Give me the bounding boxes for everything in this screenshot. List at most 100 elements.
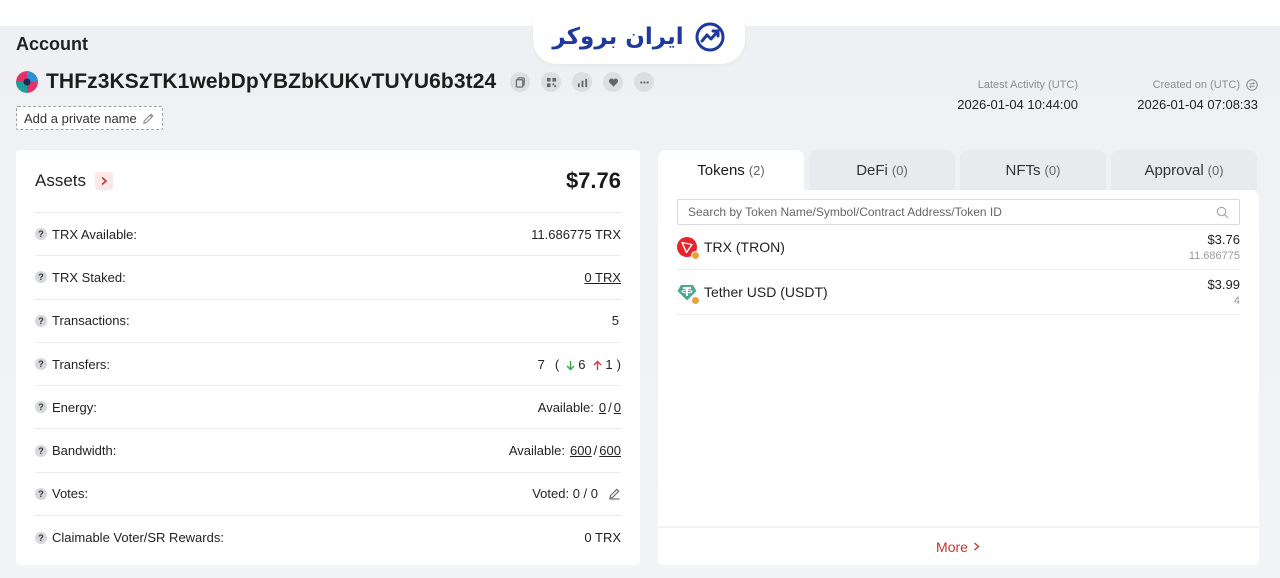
latest-activity-value: 2026-01-04 10:44:00 (957, 97, 1078, 112)
more-icon[interactable] (634, 72, 655, 92)
asset-row-transfers: ? Transfers: 7 ( 6 1 ) (35, 343, 621, 387)
trx-staked-link[interactable]: 0 TRX (584, 270, 621, 285)
vote-edit-icon[interactable] (608, 487, 621, 500)
energy-prefix: Available: (537, 399, 594, 415)
asset-label: Claimable Voter/SR Rewards: (52, 530, 224, 546)
bandwidth-limit-link[interactable]: 600 (599, 443, 621, 458)
arrow-up-icon (592, 357, 603, 372)
token-search-input[interactable] (688, 205, 1168, 219)
asset-row-bandwidth: ? Bandwidth: Available: 600 / 600 (35, 429, 621, 473)
more-button[interactable]: More (658, 527, 1259, 565)
search-icon[interactable] (1216, 206, 1229, 219)
tab-label: Tokens (697, 161, 745, 179)
logo-text: ایران بروکر (552, 24, 684, 50)
assets-title: Assets (35, 171, 87, 190)
created-on: Created on (UTC) 2026-01-04 07:08:33 (1137, 79, 1258, 112)
tab-defi[interactable]: DeFi (0) (809, 150, 955, 190)
tab-label: NFTs (1005, 161, 1041, 179)
address-avatar (16, 71, 38, 93)
bandwidth-sep: / (593, 443, 598, 459)
token-search (677, 199, 1240, 225)
token-usd-value: $3.99 (1207, 277, 1240, 292)
asset-value: 5 (611, 313, 619, 329)
asset-value: 11.686775 TRX (531, 226, 621, 242)
asset-row-claimable-rewards: ? Claimable Voter/SR Rewards: 0 TRX (35, 516, 621, 559)
energy-limit-link[interactable]: 0 (614, 400, 621, 415)
more-label: More (936, 538, 968, 555)
tab-tokens[interactable]: Tokens (2) (658, 150, 804, 190)
token-row-usdt[interactable]: Tether USD (USDT) $3.99 4 (677, 270, 1240, 315)
help-icon[interactable]: ? (35, 401, 47, 414)
help-icon[interactable]: ? (35, 314, 47, 327)
trx-icon (677, 237, 700, 260)
asset-row-transactions: ? Transactions: 5 (35, 300, 621, 343)
latest-activity: Latest Activity (UTC) 2026-01-04 10:44:0… (957, 79, 1078, 112)
asset-label: TRX Staked: (52, 269, 126, 285)
tab-count: (2) (748, 162, 765, 178)
help-icon[interactable]: ? (35, 487, 47, 500)
switch-icon[interactable] (1246, 79, 1258, 91)
created-on-label: Created on (UTC) (1152, 79, 1240, 91)
energy-sep: / (608, 399, 612, 415)
transfers-in: 6 (578, 356, 586, 372)
usdt-icon (677, 282, 700, 305)
token-name: TRX (TRON) (704, 239, 785, 255)
tokens-panel: TRX (TRON) $3.76 11.686775 Tether USD (U… (658, 190, 1259, 526)
verified-badge-icon (691, 296, 700, 305)
asset-label: Bandwidth: (52, 443, 117, 459)
token-name: Tether USD (USDT) (704, 284, 828, 300)
asset-value: 0 TRX (584, 530, 621, 546)
help-icon[interactable]: ? (35, 358, 47, 371)
arrow-down-icon (565, 357, 576, 372)
chevron-right-icon[interactable] (95, 172, 114, 190)
transfers-open-paren: ( (554, 356, 560, 372)
chart-icon[interactable] (572, 72, 593, 92)
qr-code-icon[interactable] (541, 72, 562, 92)
transfers-out: 1 (605, 356, 613, 372)
bandwidth-used-link[interactable]: 600 (570, 443, 592, 458)
energy-used-link[interactable]: 0 (599, 400, 606, 415)
tab-label: DeFi (856, 161, 888, 179)
asset-label: Transfers: (52, 356, 111, 372)
help-icon[interactable]: ? (35, 271, 47, 284)
tab-nfts[interactable]: NFTs (0) (960, 150, 1106, 190)
asset-label: Votes: (52, 486, 89, 502)
asset-row-trx-staked: ? TRX Staked: 0 TRX (35, 256, 621, 300)
tab-approval[interactable]: Approval (0) (1111, 150, 1257, 190)
private-name-label: Add a private name (24, 110, 137, 126)
transfers-total: 7 (537, 356, 545, 372)
created-on-value: 2026-01-04 07:08:33 (1137, 97, 1258, 112)
help-icon[interactable]: ? (35, 444, 47, 457)
tab-count: (0) (1044, 162, 1061, 178)
tokens-card: Tokens(2) DeFi(0) NFTs(0) Approval(0) TR… (658, 150, 1259, 565)
copy-icon[interactable] (510, 72, 531, 92)
assets-header: Assets $7.76 (35, 150, 621, 213)
asset-row-votes: ? Votes: Voted: 0 / 0 (35, 473, 621, 517)
edit-icon (142, 112, 154, 124)
asset-label: Energy: (52, 399, 97, 415)
latest-activity-label: Latest Activity (UTC) (977, 79, 1078, 91)
heart-icon[interactable] (603, 72, 624, 92)
site-logo[interactable]: ایران بروکر (533, 10, 745, 64)
tab-count: (0) (1207, 162, 1224, 178)
verified-badge-icon (691, 251, 700, 260)
address-row: THFz3KSzTK1webDpYBZbKUKvTUYU6b3t24 (16, 70, 655, 94)
asset-row-energy: ? Energy: Available: 0 / 0 (35, 386, 621, 430)
tab-count: (0) (891, 162, 908, 178)
help-icon[interactable]: ? (35, 228, 47, 241)
add-private-name-button[interactable]: Add a private name (16, 106, 163, 130)
assets-card: Assets $7.76 ? TRX Available: 11.686775 T… (16, 150, 640, 565)
created-on-label-wrap: Created on (UTC) (1137, 79, 1258, 91)
asset-label: Transactions: (52, 313, 130, 329)
token-row-trx[interactable]: TRX (TRON) $3.76 11.686775 (677, 225, 1240, 270)
address-actions (510, 72, 655, 92)
assets-total-value: $7.76 (565, 168, 621, 193)
assets-title-link[interactable]: Assets (35, 171, 114, 191)
token-amount: 11.686775 (1188, 250, 1240, 262)
account-address: THFz3KSzTK1webDpYBZbKUKvTUYU6b3t24 (46, 70, 497, 93)
tab-bar: Tokens (2) DeFi (0) NFTs (0) Approval (0) (658, 150, 1259, 190)
page-title: Account (16, 34, 88, 54)
tab-label: Approval (1144, 161, 1204, 179)
bandwidth-prefix: Available: (508, 443, 565, 459)
help-icon[interactable]: ? (35, 531, 47, 544)
